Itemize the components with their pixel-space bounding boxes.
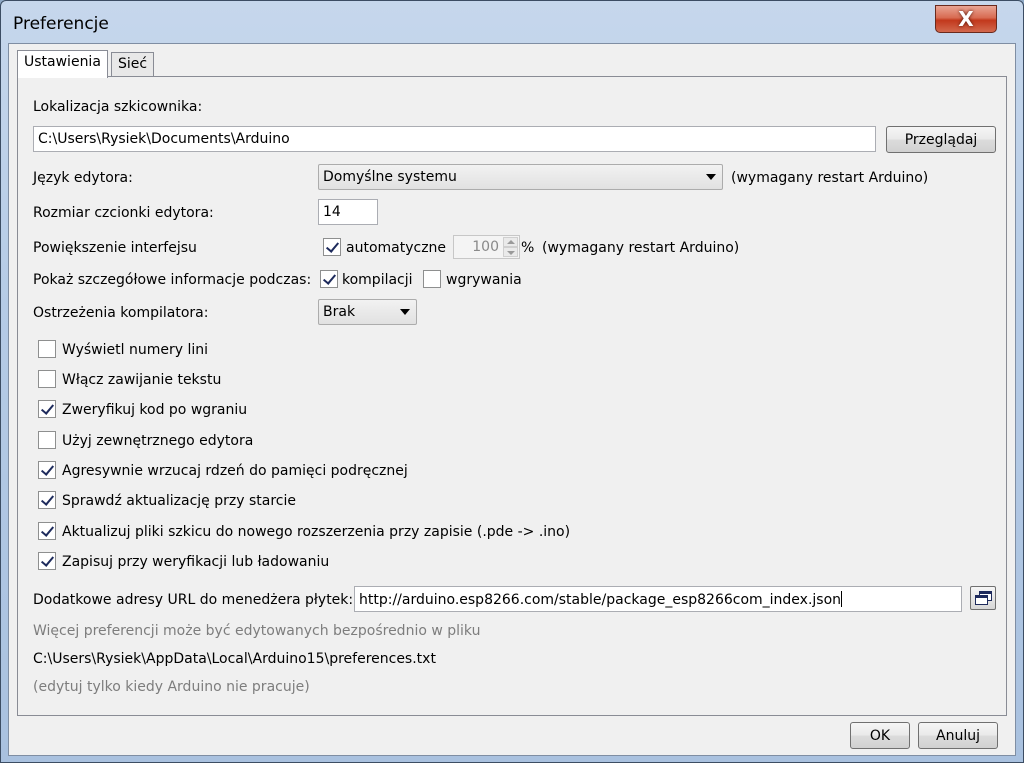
- verbose-upload-label: wgrywania: [446, 272, 522, 288]
- option-label-external-editor: Użyj zewnętrznego edytora: [62, 433, 254, 449]
- spin-down-icon[interactable]: [503, 247, 518, 257]
- cancel-button[interactable]: Anuluj: [918, 722, 998, 749]
- compiler-warnings-select[interactable]: Brak: [318, 299, 417, 325]
- auto-scale-label: automatyczne: [346, 240, 447, 256]
- editor-language-select[interactable]: Domyślne systemu: [318, 164, 723, 190]
- scale-spinner[interactable]: 100: [453, 235, 520, 259]
- close-button[interactable]: X: [935, 5, 997, 33]
- option-checkbox-cache-core[interactable]: [38, 461, 56, 479]
- scale-restart-note: (wymagany restart Arduino): [542, 240, 740, 256]
- compiler-warnings-value: Brak: [323, 304, 356, 320]
- sketchbook-label: Lokalizacja szkicownika:: [33, 99, 203, 115]
- dialog-body: Ustawienia Sieć Lokalizacja szkicownika:…: [8, 43, 1016, 756]
- boards-url-label: Dodatkowe adresy URL do menedżera płytek…: [33, 592, 354, 608]
- font-size-input[interactable]: 14: [318, 199, 378, 225]
- spinner-buttons: [503, 237, 518, 257]
- editor-language-label: Język edytora:: [33, 170, 133, 186]
- option-label-check-updates: Sprawdź aktualizację przy starcie: [62, 493, 296, 509]
- ok-button[interactable]: OK: [850, 722, 910, 749]
- option-checkbox-word-wrap[interactable]: [38, 370, 56, 388]
- option-label-update-extension: Aktualizuj pliki szkicu do nowego rozsze…: [62, 524, 571, 540]
- chevron-down-icon: [706, 174, 716, 180]
- boards-url-input[interactable]: http://arduino.esp8266.com/stable/packag…: [354, 586, 962, 612]
- more-preferences-text: Więcej preferencji może być edytowanych …: [33, 623, 481, 639]
- option-checkbox-save-on-verify[interactable]: [38, 552, 56, 570]
- browse-button[interactable]: Przeglądaj: [886, 126, 996, 153]
- verbose-compile-checkbox[interactable]: [320, 270, 338, 288]
- edit-note-text: (edytuj tylko kiedy Arduino nie pracuje): [33, 679, 310, 695]
- verbose-label: Pokaż szczegółowe informacje podczas:: [33, 272, 312, 288]
- option-checkbox-check-updates[interactable]: [38, 491, 56, 509]
- window-list-icon[interactable]: [970, 586, 996, 610]
- font-size-label: Rozmiar czcionki edytora:: [33, 205, 214, 221]
- option-checkbox-verify-upload[interactable]: [38, 400, 56, 418]
- window-title: Preferencje: [13, 14, 109, 34]
- scale-value: 100: [472, 239, 499, 255]
- option-checkbox-line-numbers[interactable]: [38, 340, 56, 358]
- sketchbook-path-input[interactable]: C:\Users\Rysiek\Documents\Arduino: [33, 126, 876, 152]
- option-label-save-on-verify: Zapisuj przy weryfikacji lub ładowaniu: [62, 554, 330, 570]
- settings-panel: Lokalizacja szkicownika: C:\Users\Rysiek…: [17, 76, 1007, 716]
- option-label-line-numbers: Wyświetl numery lini: [62, 342, 208, 358]
- interface-scale-label: Powiększenie interfejsu: [33, 240, 197, 256]
- verbose-compile-label: kompilacji: [342, 272, 413, 288]
- tab-network[interactable]: Sieć: [111, 52, 155, 77]
- compiler-warnings-label: Ostrzeżenia kompilatora:: [33, 305, 209, 321]
- boards-url-value: http://arduino.esp8266.com/stable/packag…: [359, 592, 842, 608]
- option-label-verify-upload: Zweryfikuj kod po wgraniu: [62, 402, 248, 418]
- verbose-upload-checkbox[interactable]: [423, 270, 441, 288]
- language-restart-note: (wymagany restart Arduino): [731, 170, 929, 186]
- chevron-down-icon: [400, 309, 410, 315]
- editor-language-value: Domyślne systemu: [323, 169, 457, 185]
- text-caret: [841, 591, 843, 607]
- option-label-word-wrap: Włącz zawijanie tekstu: [62, 372, 222, 388]
- auto-scale-checkbox[interactable]: [323, 238, 341, 256]
- preferences-file-path: C:\Users\Rysiek\AppData\Local\Arduino15\…: [33, 651, 436, 667]
- option-checkbox-external-editor[interactable]: [38, 431, 56, 449]
- spin-up-icon[interactable]: [503, 237, 518, 247]
- close-icon: X: [958, 7, 974, 31]
- preferences-window: Preferencje X Ustawienia Sieć Lokalizacj…: [0, 0, 1024, 763]
- tab-settings[interactable]: Ustawienia: [17, 50, 108, 78]
- option-checkbox-update-extension[interactable]: [38, 522, 56, 540]
- option-label-cache-core: Agresywnie wrzucaj rdzeń do pamięci podr…: [62, 463, 408, 479]
- scale-unit: %: [521, 240, 535, 256]
